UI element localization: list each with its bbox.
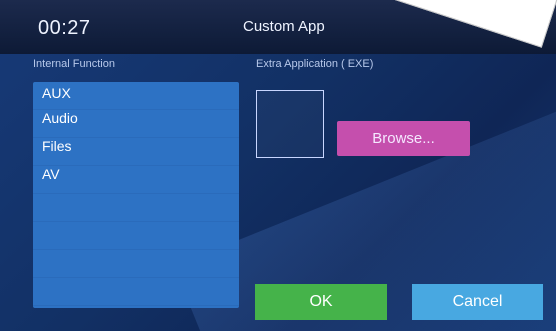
app-thumbnail-box xyxy=(256,90,324,158)
cancel-button[interactable]: Cancel xyxy=(412,284,543,320)
custom-app-screen: 00:27 Custom App Internal Function Extra… xyxy=(0,0,556,331)
ok-button[interactable]: OK xyxy=(255,284,387,320)
extra-application-label: Extra Application ( EXE) xyxy=(256,58,374,70)
internal-function-label: Internal Function xyxy=(33,58,115,70)
internal-function-list[interactable]: AUX Audio Files AV xyxy=(33,82,239,308)
clock-time: 00:27 xyxy=(38,17,91,39)
list-item-files[interactable]: Files xyxy=(42,137,72,155)
screen-title: Custom App xyxy=(243,18,325,35)
list-item-audio[interactable]: Audio xyxy=(42,109,78,127)
browse-button[interactable]: Browse... xyxy=(337,121,470,156)
list-item-aux[interactable]: AUX xyxy=(42,84,71,102)
list-item-av[interactable]: AV xyxy=(42,165,60,183)
